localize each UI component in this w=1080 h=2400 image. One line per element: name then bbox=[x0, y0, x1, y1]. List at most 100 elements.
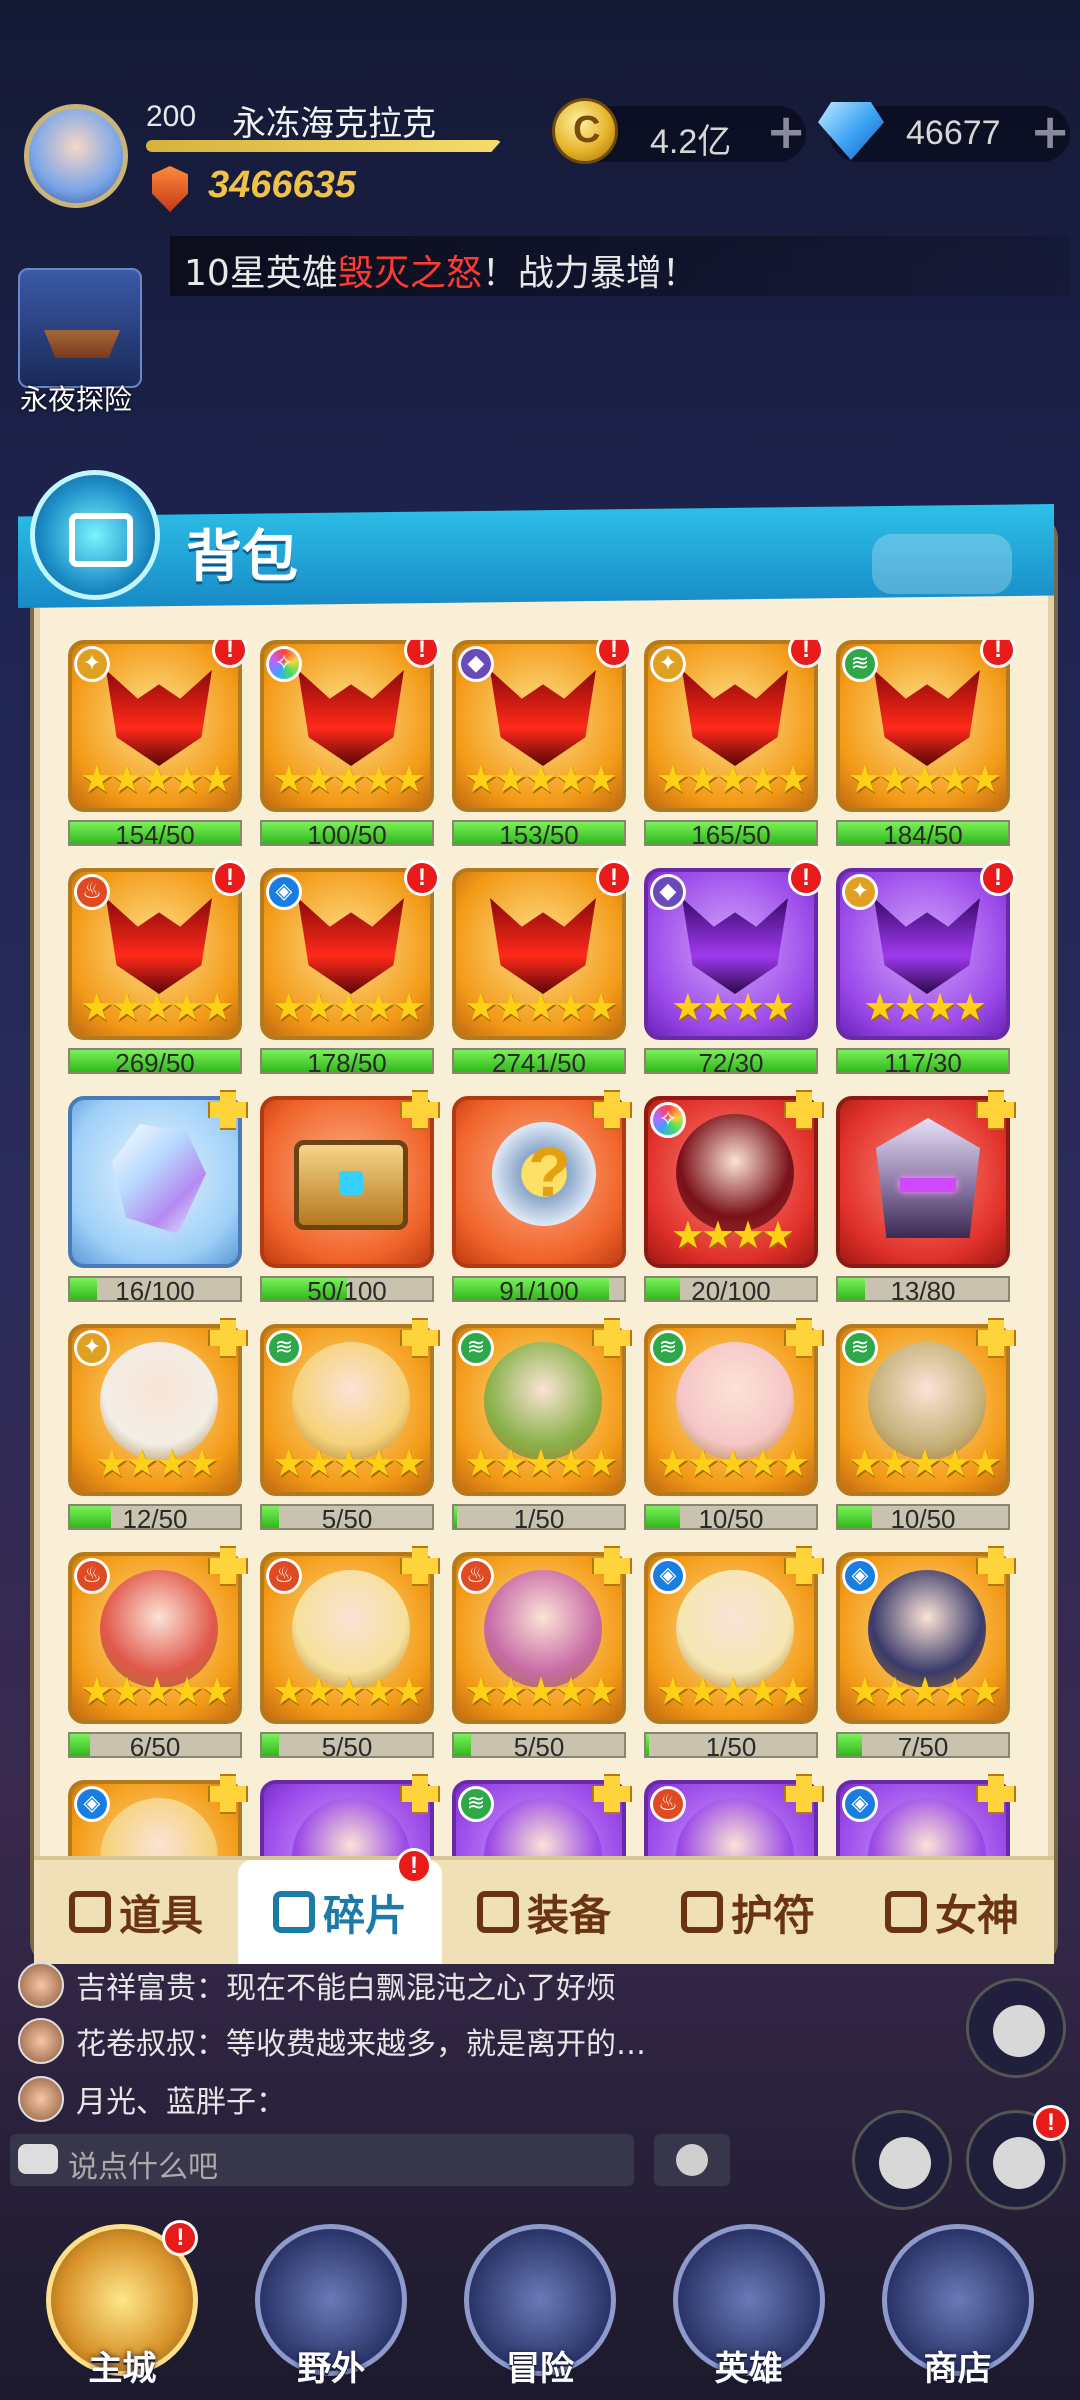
tab-amulets[interactable]: 护符 bbox=[646, 1860, 850, 1964]
light-element-icon: ✦ bbox=[74, 1330, 110, 1366]
tab-equipment[interactable]: 装备 bbox=[442, 1860, 646, 1964]
progress-text: 16/100 bbox=[115, 1276, 195, 1302]
fragment-item[interactable] bbox=[260, 1774, 440, 1856]
fragment-item[interactable]: ◈ ★★★★★! 178/50 bbox=[260, 860, 440, 1074]
fragment-item[interactable]: ≋ ★★★★★! 184/50 bbox=[836, 640, 1016, 846]
light-element-icon: ✦ bbox=[842, 874, 878, 910]
nav-main-city[interactable]: 主城 ! bbox=[40, 2220, 204, 2390]
progress-text: 5/50 bbox=[513, 1732, 565, 1758]
chat-message[interactable]: 花卷叔叔：等收费越来越多，就是离开的… bbox=[18, 2016, 646, 2066]
nav-wilderness[interactable]: 野外 bbox=[249, 2224, 413, 2390]
fragment-item[interactable]: ♨ ★★★★★ 6/50 bbox=[68, 1546, 248, 1758]
progress-text: 20/100 bbox=[691, 1276, 771, 1302]
item-tile: ≋ ★★★★★ bbox=[836, 1324, 1010, 1496]
bottom-nav: 主城 ! 野外 冒险 英雄 商店 bbox=[0, 2220, 1080, 2400]
fragment-progress: 91/100 bbox=[452, 1276, 626, 1302]
tab-fragments[interactable]: 碎片 ! bbox=[238, 1848, 442, 1964]
progress-text: 7/50 bbox=[897, 1732, 949, 1758]
tab-label: 装备 bbox=[526, 1890, 611, 1940]
tab-items[interactable]: 道具 bbox=[34, 1860, 238, 1964]
fragment-item[interactable]: 13/80 bbox=[836, 1090, 1016, 1302]
fragment-item[interactable]: ◆ ★★★★! 72/30 bbox=[644, 860, 824, 1074]
fragment-item[interactable]: ✦ ★★★★★! 165/50 bbox=[644, 640, 824, 846]
hero-portrait-icon bbox=[100, 1798, 218, 1856]
water-element-icon: ◈ bbox=[650, 1558, 686, 1594]
tab-goddess[interactable]: 女神 bbox=[850, 1860, 1054, 1964]
fragment-progress: 5/50 bbox=[260, 1504, 434, 1530]
fragment-progress: 165/50 bbox=[644, 820, 818, 846]
friends-icon[interactable] bbox=[966, 1978, 1066, 2078]
fragment-progress: 184/50 bbox=[836, 820, 1010, 846]
nav-shop[interactable]: 商店 bbox=[876, 2224, 1040, 2390]
water-element-icon: ◈ bbox=[266, 874, 302, 910]
emoji-button[interactable] bbox=[654, 2134, 730, 2186]
add-gem-button[interactable]: + bbox=[1030, 108, 1070, 156]
fragment-item[interactable]: ≋ ★★★★★ 10/50 bbox=[644, 1318, 824, 1530]
ship-icon[interactable] bbox=[18, 268, 142, 388]
hero-portrait-icon bbox=[292, 1798, 410, 1856]
fragment-progress: 269/50 bbox=[68, 1048, 242, 1074]
fragment-item[interactable]: ≋ ★★★★★ 10/50 bbox=[836, 1318, 1016, 1530]
fragment-progress: 1/50 bbox=[644, 1732, 818, 1758]
fragment-item[interactable]: ✦ ★★★★★! 154/50 bbox=[68, 640, 248, 846]
fragment-item[interactable]: ✦ ★★★★! 117/30 bbox=[836, 860, 1016, 1074]
tab-label: 碎片 bbox=[322, 1890, 407, 1940]
nature-element-icon: ≋ bbox=[458, 1330, 494, 1366]
fragment-item[interactable]: ◆ ★★★★★! 153/50 bbox=[452, 640, 632, 846]
fragment-item[interactable]: ≋ ★★★★★ 1/50 bbox=[452, 1318, 632, 1530]
fragment-item[interactable]: 16/100 bbox=[68, 1090, 248, 1302]
fragment-item[interactable]: ♨ bbox=[644, 1774, 824, 1856]
backpack-button-icon[interactable]: ! bbox=[966, 2105, 1069, 2210]
alert-badge: ! bbox=[162, 2220, 199, 2256]
player-avatar[interactable] bbox=[24, 104, 128, 208]
fragment-item[interactable]: ✦ ★★★★ 12/50 bbox=[68, 1318, 248, 1530]
nav-adventure[interactable]: 冒险 bbox=[458, 2224, 622, 2390]
nature-element-icon: ≋ bbox=[650, 1330, 686, 1366]
dark-element-icon: ◆ bbox=[458, 646, 494, 682]
fragment-item[interactable]: ♨ ★★★★★ 5/50 bbox=[260, 1546, 440, 1758]
fragment-item[interactable]: ◈ ★★★★★ 7/50 bbox=[836, 1546, 1016, 1758]
ranking-icon[interactable] bbox=[852, 2110, 952, 2210]
fragment-item[interactable]: 50/100 bbox=[260, 1090, 440, 1302]
hero-portrait-icon bbox=[676, 1798, 794, 1856]
chat-text: 等收费越来越多，就是离开的… bbox=[226, 2027, 646, 2062]
fragment-item[interactable]: ◈ bbox=[836, 1774, 1016, 1856]
fragment-item[interactable]: ♨ ★★★★★ 5/50 bbox=[452, 1546, 632, 1758]
nav-label: 主城 bbox=[88, 2349, 157, 2389]
star-rating: ★★★★ bbox=[670, 985, 795, 1029]
fragment-item[interactable]: ♨ ★★★★★! 269/50 bbox=[68, 860, 248, 1074]
fragment-progress: 5/50 bbox=[260, 1732, 434, 1758]
fragment-item[interactable]: ◈ bbox=[68, 1774, 248, 1856]
item-tile: ✦ ★★★★★ bbox=[644, 640, 818, 812]
fire-element-icon: ♨ bbox=[266, 1558, 302, 1594]
chat-message[interactable]: 吉祥富贵：现在不能白飘混沌之心了好烦 bbox=[18, 1960, 616, 2010]
fragment-item[interactable]: ≋ bbox=[452, 1774, 632, 1856]
star-rating: ★★★★ bbox=[862, 985, 987, 1029]
rainbow-element-icon: ✧ bbox=[266, 646, 302, 682]
item-tile: ✦ ★★★★ bbox=[68, 1324, 242, 1496]
chat-input[interactable]: 说点什么吧 bbox=[10, 2134, 634, 2186]
nav-heroes[interactable]: 英雄 bbox=[667, 2224, 831, 2390]
fragment-item[interactable]: ✧ ★★★★ 20/100 bbox=[644, 1090, 824, 1302]
fragment-item[interactable]: ✧ ★★★★★! 100/50 bbox=[260, 640, 440, 846]
items-tab-icon bbox=[68, 1891, 111, 1933]
fire-element-icon: ♨ bbox=[74, 874, 110, 910]
hero-mask-icon bbox=[106, 898, 212, 994]
nav-label: 冒险 bbox=[505, 2349, 574, 2389]
add-gold-button[interactable]: + bbox=[766, 108, 806, 156]
progress-text: 153/50 bbox=[499, 820, 579, 846]
fragment-item[interactable]: ◈ ★★★★★ 1/50 bbox=[644, 1546, 824, 1758]
random-hero-icon bbox=[492, 1122, 596, 1226]
item-tile: ≋ ★★★★★ bbox=[644, 1324, 818, 1496]
news-ticker[interactable]: 10星英雄毁灭之怒！战力暴增！ bbox=[170, 236, 1070, 296]
item-grid-viewport[interactable]: ✦ ★★★★★! 154/50 ✧ ★★★★★! 100/50 ◆ ★★★★★! 153/50 ✦… bbox=[50, 640, 1040, 1856]
star-rating: ★★★★★ bbox=[655, 757, 810, 801]
progress-text: 13/80 bbox=[890, 1276, 956, 1302]
fragment-progress: 178/50 bbox=[260, 1048, 434, 1074]
fragment-item[interactable]: ★★★★★! 2741/50 bbox=[452, 860, 632, 1074]
item-tile: ◈ ★★★★★ bbox=[260, 868, 434, 1040]
progress-text: 1/50 bbox=[513, 1504, 565, 1530]
fragment-item[interactable]: 91/100 bbox=[452, 1090, 632, 1302]
chat-message[interactable]: 月光、蓝胖子： bbox=[18, 2074, 286, 2124]
fragment-item[interactable]: ≋ ★★★★★ 5/50 bbox=[260, 1318, 440, 1530]
